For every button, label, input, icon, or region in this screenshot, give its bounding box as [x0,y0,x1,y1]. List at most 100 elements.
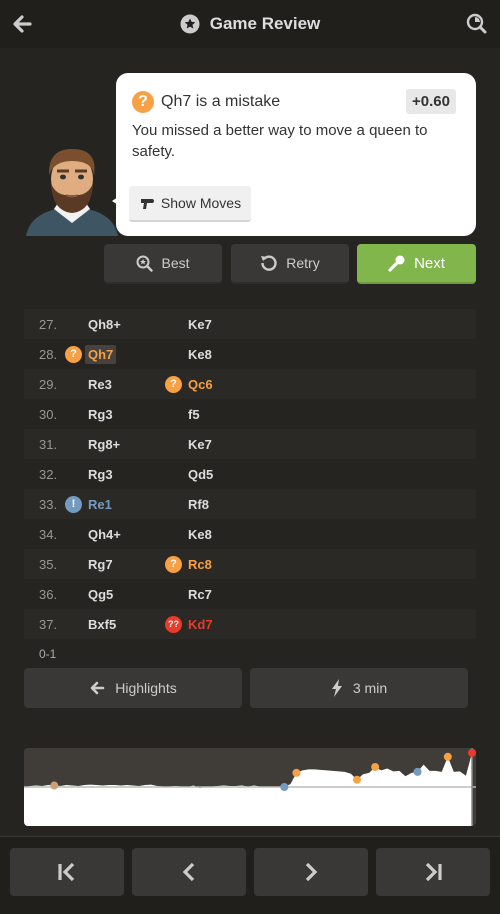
show-moves-label: Show Moves [160,195,242,211]
coach-avatar [26,143,118,236]
eval-marker-blunder [468,748,476,757]
move-number: 32. [39,466,58,482]
move-row: 30. Rg3 f5 [24,399,476,429]
move-number: 31. [39,436,58,452]
chevron-left-icon [178,861,200,883]
highlights-label: Highlights [115,680,177,696]
move-black[interactable]: Ke8 [185,525,215,544]
move-black[interactable]: f5 [185,405,203,424]
pointer-hand-icon [139,196,155,210]
move-white[interactable]: Rg3 [85,405,116,424]
coach-description: You missed a better way to move a queen … [132,122,428,160]
mistake-icon: ? [65,345,82,363]
previous-move-button[interactable] [132,848,246,896]
move-black[interactable]: Qd5 [185,465,216,484]
lightning-icon [331,679,343,697]
move-list: 27. Qh8+ Ke7 28.? Qh7 Ke8 29. Re3? Qc6 30. Rg3 f5 31… [24,300,476,639]
coach-speech-bubble: ? Qh7 is a mistake +0.60 You missed a be… [112,73,476,236]
evaluation-badge: +0.60 [406,89,456,114]
move-row: 35. Rg7? Rc8 [24,549,476,579]
move-black[interactable]: Rc8 [185,555,215,574]
best-button[interactable]: Best [104,244,222,284]
move-number: 35. [39,556,58,572]
chevron-right-icon [300,861,322,883]
move-row: 32. Rg3 Qd5 [24,459,476,489]
star-circle-icon [180,14,200,34]
eval-marker-mistake [371,763,380,772]
retry-icon [260,254,278,272]
last-move-button[interactable] [376,848,490,896]
highlights-button[interactable]: Highlights [24,668,242,708]
eval-marker-great [413,767,422,776]
arrow-left-icon[interactable] [10,12,34,36]
eval-marker-book [50,781,59,790]
great-icon: ! [65,495,82,513]
move-white[interactable]: Rg8+ [85,435,123,454]
retry-label: Retry [286,255,320,271]
move-row: 37. Bxf5?? Kd7 [24,609,476,639]
move-row: 33.! Re1 Rf8 [24,489,476,519]
mistake-icon: ? [132,91,154,113]
move-number: 28. [39,346,58,362]
eval-marker-mistake [443,752,452,761]
page-title: Game Review [180,14,321,34]
mistake-icon: ? [165,555,182,573]
move-black[interactable]: Rc7 [185,585,215,604]
move-white[interactable]: Rg3 [85,465,116,484]
move-row: 28.? Qh7 Ke8 [24,339,476,369]
eval-marker-great [280,783,289,791]
eval-marker-mistake [352,775,361,784]
time-control-label: 3 min [352,680,388,696]
skip-forward-icon [422,861,444,883]
best-label: Best [161,255,190,271]
coach-headline: Qh7 is a mistake [161,93,281,110]
magnifier-star-icon [136,255,154,272]
move-black[interactable]: Rf8 [185,495,212,514]
move-number: 36. [39,586,58,602]
move-black[interactable]: Qc6 [185,375,216,394]
move-number: 37. [39,616,58,632]
game-result: 0-1 [39,647,57,661]
move-white[interactable]: Qh7 [85,344,117,364]
move-number: 27. [39,316,58,332]
move-black[interactable]: Ke7 [185,435,215,454]
move-row: 29. Re3? Qc6 [24,369,476,399]
skip-back-icon [56,861,78,883]
retry-button[interactable]: Retry [231,244,349,284]
next-move-button[interactable] [254,848,368,896]
evaluation-graph[interactable] [24,748,476,826]
move-white[interactable]: Qg5 [85,585,116,604]
first-move-button[interactable] [10,848,124,896]
move-number: 34. [39,526,58,542]
move-white[interactable]: Re1 [85,495,115,514]
eval-marker-mistake [292,768,301,777]
eval-area [24,752,472,826]
time-control-button[interactable]: 3 min [250,668,468,708]
move-row: 36. Qg5 Rc7 [24,579,476,609]
move-black[interactable]: Kd7 [185,615,216,634]
move-row: 31. Rg8+ Ke7 [24,429,476,459]
next-button[interactable]: Next [357,244,476,284]
blunder-icon: ?? [165,615,182,633]
title-text: Game Review [209,14,321,33]
arrow-left-icon [89,680,105,696]
show-moves-button[interactable]: Show Moves [129,186,251,222]
move-number: 29. [39,376,58,392]
move-black[interactable]: Ke8 [185,345,215,364]
move-white[interactable]: Qh4+ [85,525,124,544]
move-number: 30. [39,406,58,422]
move-row: 34. Qh4+ Ke8 [24,519,476,549]
move-black[interactable]: Ke7 [185,315,215,334]
move-white[interactable]: Qh8+ [85,315,124,334]
header: Game Review [0,0,500,48]
move-row: 27. Qh8+ Ke7 [24,309,476,339]
move-white[interactable]: Rg7 [85,555,116,574]
move-white[interactable]: Re3 [85,375,115,394]
next-label: Next [414,254,445,272]
key-icon [388,254,406,272]
evaluation-graph-svg [24,748,476,826]
magnifier-icon[interactable] [466,13,488,35]
move-white[interactable]: Bxf5 [85,615,119,634]
navigation-bar [0,836,500,914]
move-number: 33. [39,496,58,512]
